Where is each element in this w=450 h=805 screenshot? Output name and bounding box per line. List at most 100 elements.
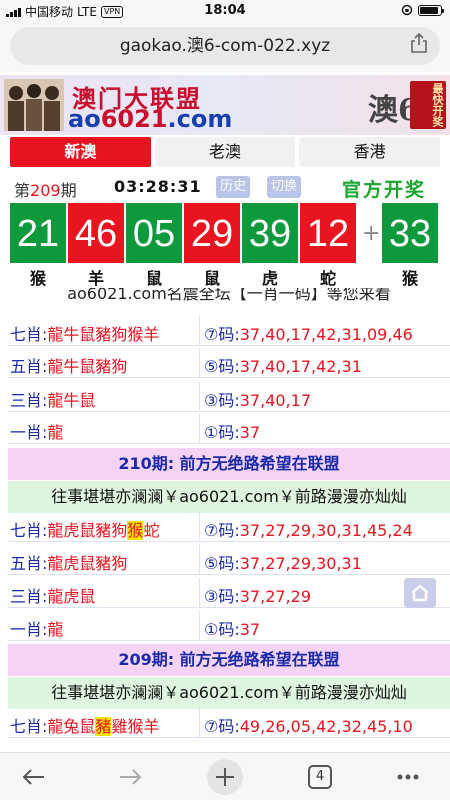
highlighted-animal: 猴 [127,521,144,540]
code-label: ③码: [204,587,240,606]
official-draw-link[interactable]: 官方开奖 [342,175,426,202]
home-icon [411,584,429,602]
code-label: ⑦码: [204,717,240,736]
code-pick: ⑦码:37,40,17,42,31,09,46 [204,321,413,345]
region-tabs: 新澳 老澳 香港 [10,137,441,167]
switch-button[interactable]: 切换 [267,176,302,198]
result-ball-4: 29 [184,203,240,263]
code-pick: ③码:37,40,17 [204,387,311,411]
result-zodiac-3: 鼠 [145,269,162,288]
tab-hong-kong[interactable]: 香港 [299,137,441,167]
pick-animals-rest: 雞猴羊 [111,717,160,736]
list-item: 五肖:龍虎鼠豬狗 ⑤码:37,27,29,30,31 [8,545,450,575]
new-tab-button[interactable] [207,759,243,795]
arrow-left-icon [22,769,44,785]
pick-animals: 龍虎鼠豬狗 [47,554,128,573]
code-values: 37,40,17,42,31 [239,357,362,376]
pick-animals: 龍兔鼠 [47,717,96,736]
result-ball-1: 21 [10,203,66,263]
column-divider [199,316,200,346]
site-prefix: ao [68,105,101,133]
site-suffix: .com [167,105,233,133]
code-label: ③码: [204,391,240,410]
pick-label: 五肖: [10,554,48,573]
code-pick: ⑦码:37,27,29,30,31,45,24 [204,517,413,541]
site-banner[interactable]: 澳门大联盟 ao6021.com 澳6 最快开奖 [0,75,450,135]
period-number: 209 [30,181,61,200]
highlighted-animal: 豬 [95,717,112,736]
column-divider [199,708,200,738]
special-zodiac: 猴 [401,269,418,288]
zodiac-pick: 五肖:龍虎鼠豬狗 [10,550,127,574]
period-label: 第209期 [14,177,77,201]
plus-sign: + [362,221,381,246]
code-values: 37 [239,423,261,442]
zodiac-pick: 三肖:龍牛鼠 [10,387,95,411]
pick-label: 五肖: [10,357,48,376]
code-label: ⑦码: [204,325,240,344]
code-pick: ⑦码:49,26,05,42,32,45,10 [204,713,413,737]
pick-label: 一肖: [10,620,48,639]
result-ball-2: 46 [68,203,124,263]
list-item: 三肖:龍虎鼠 ③码:37,27,29 [8,578,450,608]
arrow-right-icon [120,769,142,785]
draw-results: 21 猴 46 羊 05 鼠 29 鼠 39 虎 12 蛇 + 33 猴 [0,203,450,288]
url-bar[interactable]: gaokao.澳6-com-022.xyz [10,27,440,65]
pick-animals: 龍 [47,620,64,639]
code-values: 37,40,17,42,31,09,46 [239,325,413,344]
code-pick: ⑤码:37,40,17,42,31 [204,353,362,377]
code-values: 37,27,29,30,31,45,24 [239,521,413,540]
pick-label: 三肖: [10,391,48,410]
prediction-list: ao6021.com名震全坛【一肖一码】等您来看 七肖:龍牛鼠豬狗猴羊 ⑦码:3… [0,288,450,750]
site-number: 6021 [100,105,168,133]
browser-address-area: gaokao.澳6-com-022.xyz [0,22,450,72]
zodiac-pick: 一肖:龍 [10,419,63,443]
tab-xin-ao[interactable]: 新澳 [10,137,151,167]
home-button[interactable] [404,578,436,608]
pick-animals: 龍虎鼠 [47,587,96,606]
column-divider [199,382,200,412]
code-label: ①码: [204,423,240,442]
clock-time: 18:04 [204,3,246,18]
column-divider [199,512,200,542]
column-divider [199,414,200,444]
period-heading-210: 210期: 前方无绝路希望在联盟 [8,448,450,480]
code-values: 37,27,29 [239,587,311,606]
back-button[interactable] [16,759,52,795]
code-values: 37 [239,620,261,639]
tab-switcher-button[interactable]: 4 [308,765,332,789]
motto-banner[interactable]: 往事堪堪亦澜澜￥ao6021.com￥前路漫漫亦灿灿 [8,481,450,513]
code-label: ①码: [204,620,240,639]
pick-label: 七肖: [10,325,48,344]
list-item: 五肖:龍牛鼠豬狗 ⑤码:37,40,17,42,31 [8,348,450,378]
code-values: 37,40,17 [239,391,311,410]
motto-banner[interactable]: 往事堪堪亦澜澜￥ao6021.com￥前路漫漫亦灿灿 [8,677,450,709]
code-pick: ①码:37 [204,616,260,640]
column-divider [199,545,200,575]
result-ball-3: 05 [126,203,182,263]
list-item: 七肖:龍牛鼠豬狗猴羊 ⑦码:37,40,17,42,31,09,46 [8,316,450,346]
pick-animals-rest: 蛇 [143,521,160,540]
more-menu-button[interactable] [390,759,426,795]
plus-icon [216,768,234,786]
share-icon[interactable] [410,33,428,53]
result-zodiac-6: 蛇 [319,269,336,288]
result-zodiac-4: 鼠 [203,269,220,288]
period-heading-209: 209期: 前方无绝路希望在联盟 [8,644,450,676]
result-zodiac-5: 虎 [261,269,278,288]
code-pick: ①码:37 [204,419,260,443]
period-suffix: 期 [60,181,77,200]
column-divider [199,578,200,608]
history-button[interactable]: 历史 [216,176,251,198]
tab-lao-ao[interactable]: 老澳 [154,137,296,167]
pick-label: 一肖: [10,423,48,442]
more-dots-icon [397,774,419,780]
countdown-timer: 03:28:31 [114,177,202,196]
period-prefix: 第 [14,181,31,200]
result-ball-6: 12 [300,203,356,263]
forward-button[interactable] [112,759,148,795]
result-ball-5: 39 [242,203,298,263]
list-item: 三肖:龍牛鼠 ③码:37,40,17 [8,382,450,412]
code-label: ⑤码: [204,357,240,376]
fastest-draw-stamp: 最快开奖 [410,81,446,129]
